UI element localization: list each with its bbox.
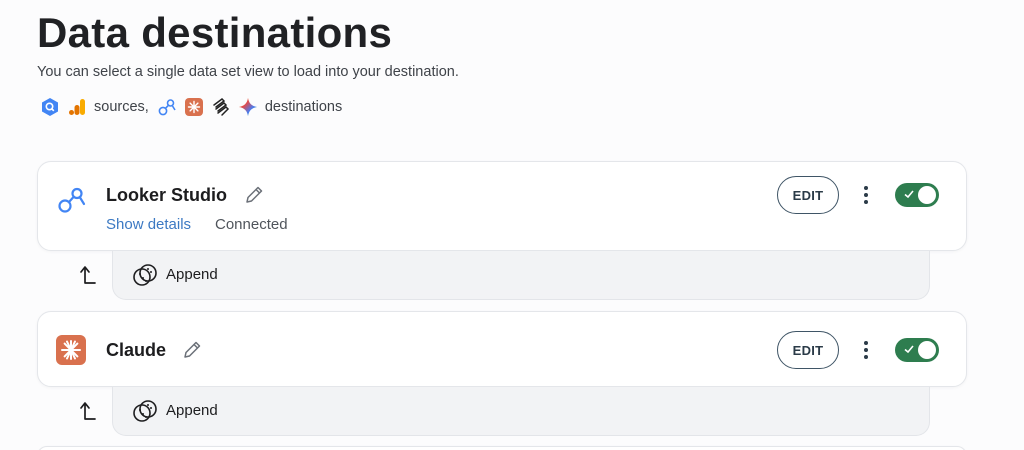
data-destinations-page: Data destinations You can select a singl… bbox=[0, 0, 1024, 450]
google-analytics-icon bbox=[67, 97, 87, 117]
destinations-label: destinations bbox=[264, 99, 343, 115]
more-options-icon[interactable] bbox=[856, 338, 876, 362]
destination-name: Looker Studio bbox=[106, 185, 227, 205]
destination-name: Claude bbox=[106, 340, 167, 360]
gemini-icon bbox=[238, 97, 258, 117]
return-arrow-icon bbox=[78, 400, 98, 422]
check-icon bbox=[903, 187, 915, 205]
bigquery-icon bbox=[40, 97, 60, 117]
append-icon bbox=[131, 397, 159, 425]
destination-card-looker-studio: Looker Studio Show details Connected EDI… bbox=[37, 161, 967, 251]
toggle-knob bbox=[918, 341, 936, 359]
claude-icon bbox=[55, 334, 87, 366]
page-subtitle: You can select a single data set view to… bbox=[37, 64, 459, 80]
destination-card-partial bbox=[37, 446, 967, 450]
edit-button[interactable]: EDIT bbox=[777, 331, 839, 369]
claude-icon bbox=[184, 97, 204, 117]
append-label: Append bbox=[166, 402, 218, 419]
enable-toggle[interactable] bbox=[895, 338, 939, 362]
check-icon bbox=[903, 342, 915, 360]
page-title: Data destinations bbox=[37, 9, 393, 56]
edit-button[interactable]: EDIT bbox=[777, 176, 839, 214]
append-mode-row: Append bbox=[112, 387, 930, 436]
return-arrow-icon bbox=[78, 264, 98, 286]
sources-label: sources, bbox=[94, 99, 149, 115]
append-icon bbox=[131, 261, 159, 289]
connection-status: Connected bbox=[215, 216, 288, 233]
looker-studio-icon bbox=[157, 97, 177, 117]
toggle-knob bbox=[918, 186, 936, 204]
append-label: Append bbox=[166, 266, 218, 283]
perplexity-icon bbox=[211, 97, 231, 117]
destination-card-claude: Claude EDIT bbox=[37, 311, 967, 387]
pencil-icon[interactable] bbox=[181, 339, 203, 361]
integrations-summary: sources, destinations bbox=[40, 96, 350, 118]
looker-studio-icon bbox=[55, 184, 87, 216]
more-options-icon[interactable] bbox=[856, 183, 876, 207]
show-details-link[interactable]: Show details bbox=[106, 216, 191, 233]
append-mode-row: Append bbox=[112, 251, 930, 300]
pencil-icon[interactable] bbox=[243, 184, 265, 206]
enable-toggle[interactable] bbox=[895, 183, 939, 207]
